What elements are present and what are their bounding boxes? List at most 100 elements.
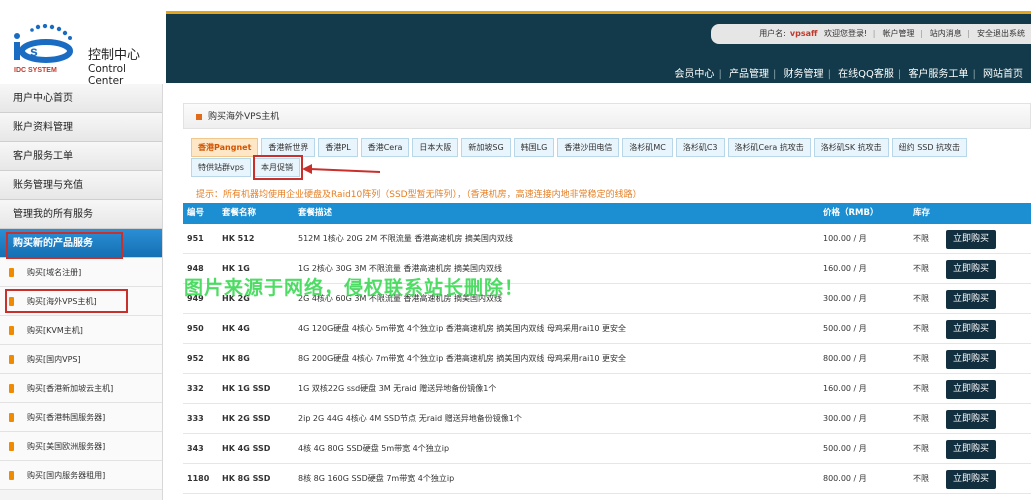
sidebar-subitem-label: 购买[KVM主机]	[27, 326, 83, 335]
top-nav: 会员中心 | 产品管理 | 财务管理 | 在线QQ客服 | 客户服务工单 | 网站首页	[674, 65, 1023, 80]
tab-hk-cera[interactable]: 香港Cera	[360, 138, 410, 157]
sidebar: 用户中心首页 账户资料管理 客户服务工单 账务管理与充值 管理我的所有服务 购买…	[0, 84, 163, 500]
table-row: 343 HK 4G SSD 4核 4G 80G SSD硬盘 5m带宽 4个独立i…	[183, 434, 1031, 464]
divider: |	[897, 69, 902, 80]
buy-now-button[interactable]: 立即购买	[946, 380, 996, 399]
sidebar-item-user-home[interactable]: 用户中心首页	[0, 84, 162, 113]
tab-la-mc[interactable]: 洛杉矶MC	[622, 138, 673, 157]
row-name: HK 8G SSD	[222, 474, 271, 483]
nav-member-center[interactable]: 会员中心	[674, 69, 714, 80]
buy-now-button[interactable]: 立即购买	[946, 260, 996, 279]
sidebar-subitem-hk-kr-server[interactable]: 购买[香港韩国服务器]	[0, 403, 162, 432]
nav-qq-support[interactable]: 在线QQ客服	[838, 69, 894, 80]
row-stock: 不限	[913, 294, 929, 303]
sidebar-item-tickets[interactable]: 客户服务工单	[0, 142, 162, 171]
buy-now-button[interactable]: 立即购买	[946, 230, 996, 249]
tab-hk-pl[interactable]: 香港PL	[318, 138, 358, 157]
table-row: 952 HK 8G 8G 200G硬盘 4核心 7m带宽 4个独立ip 香港高速…	[183, 344, 1031, 374]
logo-title-cn: 控制中心	[88, 48, 141, 63]
buy-now-button[interactable]: 立即购买	[946, 470, 996, 489]
tab-la-c3[interactable]: 洛杉矶C3	[675, 138, 725, 157]
buy-now-button[interactable]: 立即购买	[946, 320, 996, 339]
sidebar-item-label: 账务管理与充值	[13, 180, 83, 191]
row-code: 332	[187, 384, 204, 393]
row-stock: 不限	[913, 234, 929, 243]
row-price: 300.00 / 月	[823, 414, 867, 423]
region-tabs-row2: 特供站群vps 本月促销	[191, 158, 303, 177]
table-row: 333 HK 2G SSD 2ip 2G 44G 4核心 4M SSD节点 无r…	[183, 404, 1031, 434]
logout-link[interactable]: 安全退出系统	[977, 29, 1025, 38]
svg-text:s: s	[30, 43, 38, 59]
buy-now-button[interactable]: 立即购买	[946, 290, 996, 309]
nav-tickets[interactable]: 客户服务工单	[908, 69, 968, 80]
sidebar-subitem-label: 购买[国内VPS]	[27, 355, 81, 364]
account-manage-link[interactable]: 帐户管理	[883, 29, 915, 38]
nav-finance[interactable]: 财务管理	[784, 69, 824, 80]
orange-bullet-icon	[9, 471, 14, 480]
row-code: 950	[187, 324, 204, 333]
tab-japan-osaka[interactable]: 日本大阪	[412, 138, 459, 157]
nav-products[interactable]: 产品管理	[729, 69, 769, 80]
annotation-arrow-icon	[302, 164, 381, 174]
row-price: 160.00 / 月	[823, 264, 867, 273]
sidebar-item-label: 管理我的所有服务	[13, 209, 93, 220]
row-price: 500.00 / 月	[823, 444, 867, 453]
tab-hk-newworld[interactable]: 香港新世界	[261, 138, 316, 157]
row-code: 952	[187, 354, 204, 363]
sidebar-subitem-domestic-vps[interactable]: 购买[国内VPS]	[0, 345, 162, 374]
sidebar-subitem-hk-sg-cloud[interactable]: 购买[香港新加坡云主机]	[0, 374, 162, 403]
sidebar-item-label: 购买新的产品服务	[13, 238, 93, 249]
tab-monthly-promo[interactable]: 本月促销	[253, 158, 300, 177]
tab-hk-shatin[interactable]: 香港沙田电信	[557, 138, 620, 157]
sidebar-item-buy-products[interactable]: 购买新的产品服务	[0, 229, 162, 258]
row-desc: 4G 120G硬盘 4核心 5m带宽 4个独立ip 香港高速机房 摘美国内双线 …	[298, 324, 627, 333]
sidebar-subitem-label: 购买[美国欧洲服务器]	[27, 442, 106, 451]
row-name: HK 4G	[222, 324, 250, 333]
username-label: 用户名:	[759, 29, 786, 38]
sidebar-item-billing[interactable]: 账务管理与充值	[0, 171, 162, 200]
sidebar-subitem-label: 购买[海外VPS主机]	[27, 297, 97, 306]
notice-text: 提示：所有机器均使用企业硬盘及Raid10阵列（SSD型暂无阵列），（香港机房，…	[196, 190, 642, 200]
row-stock: 不限	[913, 444, 929, 453]
row-stock: 不限	[913, 324, 929, 333]
product-table: 编号 套餐名称 套餐描述 价格（RMB） 库存 951 HK 512 512M …	[183, 203, 1031, 494]
header-stock: 库存	[913, 208, 931, 218]
sidebar-subitem-label: 购买[香港韩国服务器]	[27, 413, 106, 422]
messages-link[interactable]: 站内消息	[930, 29, 962, 38]
tab-singapore-sg[interactable]: 新加坡SG	[461, 138, 511, 157]
divider: |	[920, 29, 923, 38]
logo-badge-text: IDC SYSTEM	[14, 67, 57, 74]
sidebar-subitem-label: 购买[香港新加坡云主机]	[27, 384, 114, 393]
row-code: 343	[187, 444, 204, 453]
table-header: 编号 套餐名称 套餐描述 价格（RMB） 库存	[183, 203, 1031, 224]
row-stock: 不限	[913, 414, 929, 423]
buy-now-button[interactable]: 立即购买	[946, 350, 996, 369]
tab-site-group-vps[interactable]: 特供站群vps	[191, 158, 251, 177]
tab-la-cera-ddos[interactable]: 洛杉矶Cera 抗攻击	[727, 138, 811, 157]
row-name: HK 512	[222, 234, 255, 243]
sidebar-subitem-us-eu-server[interactable]: 购买[美国欧洲服务器]	[0, 432, 162, 461]
row-price: 800.00 / 月	[823, 354, 867, 363]
username: vpsaff	[789, 29, 818, 38]
tab-korea-lg[interactable]: 韩国LG	[513, 138, 555, 157]
row-name: HK 1G SSD	[222, 384, 271, 393]
sidebar-subitem-overseas-vps[interactable]: 购买[海外VPS主机]	[0, 287, 162, 316]
sidebar-subitem-kvm[interactable]: 购买[KVM主机]	[0, 316, 162, 345]
sidebar-item-manage-services[interactable]: 管理我的所有服务	[0, 200, 162, 229]
sidebar-item-account-profile[interactable]: 账户资料管理	[0, 113, 162, 142]
table-row: 951 HK 512 512M 1核心 20G 2M 不限流量 香港高速机房 摘…	[183, 224, 1031, 254]
nav-homepage[interactable]: 网站首页	[983, 69, 1023, 80]
panel-title: 购买海外VPS主机	[183, 103, 1031, 129]
row-stock: 不限	[913, 384, 929, 393]
divider: |	[972, 69, 976, 80]
tab-hk-pangnet[interactable]: 香港Pangnet	[191, 138, 259, 157]
watermark-text: 图片来源于网络，侵权联系站长删除！	[184, 277, 525, 299]
sidebar-subitem-domestic-server[interactable]: 购买[国内服务器租用]	[0, 461, 162, 490]
tab-la-sk-ddos[interactable]: 洛杉矶SK 抗攻击	[813, 138, 889, 157]
orange-bullet-icon	[9, 442, 14, 451]
header: 用户名: vpsaff 欢迎您登录! | 帐户管理 | 站内消息 | 安全退出系统 会员…	[166, 11, 1031, 83]
sidebar-subitem-domain[interactable]: 购买[域名注册]	[0, 258, 162, 287]
tab-ny-ssd-ddos[interactable]: 纽约 SSD 抗攻击	[891, 138, 968, 157]
buy-now-button[interactable]: 立即购买	[946, 410, 996, 429]
buy-now-button[interactable]: 立即购买	[946, 440, 996, 459]
